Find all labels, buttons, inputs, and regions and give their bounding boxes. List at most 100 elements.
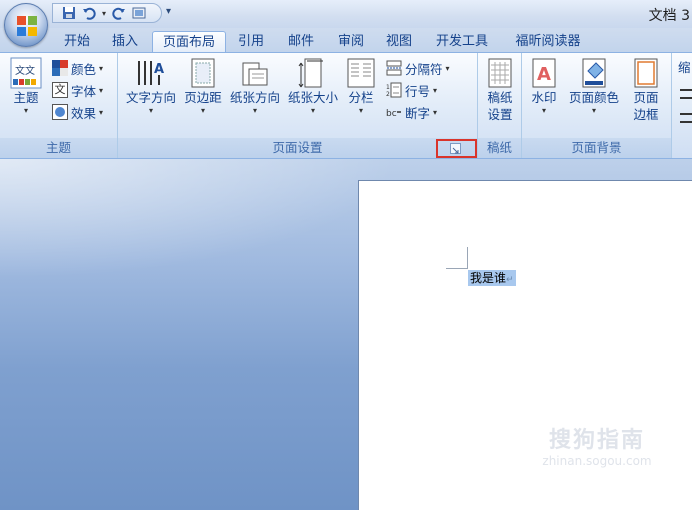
themes-dropdown-icon: ▾ — [23, 106, 28, 115]
columns-icon — [347, 58, 375, 88]
page-borders-icon — [634, 58, 658, 88]
paragraph-mark-icon: ↵ — [506, 275, 514, 285]
size-dropdown-icon: ▾ — [310, 106, 315, 115]
print-preview-icon[interactable] — [131, 5, 147, 21]
orientation-button[interactable]: 纸张方向 ▾ — [226, 57, 284, 115]
effects-dropdown-icon: ▾ — [99, 107, 104, 117]
svg-text:1: 1 — [386, 84, 390, 91]
page-color-label: 页面颜色 — [568, 90, 619, 105]
themes-label: 主题 — [13, 90, 39, 105]
window-title: 文档 3 — [648, 8, 690, 24]
margins-label: 页边距 — [184, 90, 222, 105]
page-setup-group: A 文字方向 ▾ 页边距 ▾ 纸张方向 ▾ 纸张大小 ▾ 分栏 ▾ 分隔符 ▾ … — [118, 53, 478, 158]
svg-text:A: A — [154, 62, 164, 77]
manuscript-group: 稿纸 设置 稿纸 — [478, 53, 522, 158]
tab-developer[interactable]: 开发工具 — [430, 31, 494, 52]
margins-icon — [191, 58, 215, 88]
fonts-dropdown-icon: ▾ — [99, 85, 104, 95]
document-text: 我是谁 — [470, 271, 507, 285]
paragraph-group-partial: 缩 — [672, 53, 692, 158]
document-selected-text[interactable]: 我是谁↵ — [468, 270, 516, 286]
themes-button[interactable]: 文文 主题 ▾ — [6, 57, 46, 115]
manuscript-icon — [488, 58, 512, 88]
manuscript-settings-label-1: 稿纸 — [487, 90, 513, 105]
undo-icon[interactable] — [81, 5, 97, 21]
svg-text:bc: bc — [386, 109, 397, 119]
customize-qat-icon[interactable]: ▾ — [166, 6, 178, 20]
text-direction-label: 文字方向 — [125, 90, 176, 105]
tab-page-layout[interactable]: 页面布局 — [152, 31, 226, 52]
breaks-label: 分隔符 — [405, 61, 443, 77]
line-numbers-dropdown-icon: ▾ — [433, 85, 438, 95]
size-icon — [298, 58, 323, 88]
colors-dropdown-icon: ▾ — [99, 63, 104, 73]
columns-button[interactable]: 分栏 ▾ — [344, 57, 378, 115]
watermark-dropdown-icon: ▾ — [541, 106, 546, 115]
theme-group: 文文 主题 ▾ 颜色 ▾ 文 字体 ▾ 效果 ▾ 主题 — [0, 53, 118, 158]
breaks-dropdown-icon: ▾ — [445, 63, 450, 73]
tab-mailings[interactable]: 邮件 — [282, 31, 320, 52]
size-label: 纸张大小 — [287, 90, 338, 105]
manuscript-settings-button[interactable]: 稿纸 设置 — [480, 57, 520, 123]
page-background-group-label: 页面背景 — [522, 138, 671, 158]
fonts-icon: 文 — [52, 82, 68, 98]
text-direction-button[interactable]: A 文字方向 ▾ — [122, 57, 180, 115]
orientation-dropdown-icon: ▾ — [252, 106, 257, 115]
orientation-label: 纸张方向 — [229, 90, 280, 105]
line-numbers-label: 行号 — [405, 83, 431, 99]
page-setup-group-label: 页面设置 — [118, 138, 477, 158]
margin-marker-vertical — [467, 247, 468, 269]
quick-access-toolbar: ▾ — [52, 3, 162, 23]
tab-home[interactable]: 开始 — [58, 31, 96, 52]
orientation-icon — [242, 62, 268, 86]
office-button[interactable] — [4, 3, 48, 47]
tab-foxit-reader[interactable]: 福昕阅读器 — [506, 31, 590, 52]
colors-button[interactable]: 颜色 ▾ — [52, 58, 103, 78]
undo-dropdown-icon[interactable]: ▾ — [101, 5, 107, 21]
indent-right-icon[interactable] — [680, 113, 692, 123]
indent-label-partial: 缩 — [678, 60, 691, 75]
margins-button[interactable]: 页边距 ▾ — [180, 57, 226, 115]
svg-text:文文: 文文 — [15, 64, 35, 77]
redo-icon[interactable] — [111, 5, 127, 21]
dialog-launcher-highlight — [436, 139, 477, 158]
ribbon: 文文 主题 ▾ 颜色 ▾ 文 字体 ▾ 效果 ▾ 主题 A 文字方向 ▾ 页边距… — [0, 52, 692, 159]
manuscript-group-label: 稿纸 — [478, 138, 521, 158]
page-color-button[interactable]: 页面颜色 ▾ — [564, 57, 624, 115]
colors-label: 颜色 — [71, 61, 97, 77]
watermark-sub-text: zhinan.sogou.com — [542, 454, 652, 468]
manuscript-settings-label-2: 设置 — [487, 107, 513, 122]
effects-icon — [52, 104, 68, 120]
effects-label: 效果 — [71, 105, 97, 121]
tab-insert[interactable]: 插入 — [106, 31, 144, 52]
svg-text:A: A — [537, 64, 551, 85]
watermark-icon: A — [532, 58, 556, 88]
columns-dropdown-icon: ▾ — [358, 106, 363, 115]
hyphenation-icon: bc — [386, 109, 401, 119]
tab-references[interactable]: 引用 — [232, 31, 270, 52]
page-color-icon — [582, 58, 606, 88]
size-button[interactable]: 纸张大小 ▾ — [284, 57, 342, 115]
line-numbers-button[interactable]: 12 行号 ▾ — [386, 80, 437, 100]
text-direction-dropdown-icon: ▾ — [148, 106, 153, 115]
watermark-main-text: 搜狗指南 — [548, 428, 645, 453]
page-borders-button[interactable]: 页面 边框 — [626, 57, 666, 123]
tab-review[interactable]: 审阅 — [332, 31, 370, 52]
watermark-button[interactable]: A 水印 ▾ — [526, 57, 562, 115]
hyphenation-dropdown-icon: ▾ — [433, 107, 438, 117]
save-icon[interactable] — [61, 5, 77, 21]
fonts-label: 字体 — [71, 83, 97, 99]
page-borders-label-1: 页面 — [633, 90, 659, 105]
page-borders-label-2: 边框 — [633, 107, 659, 122]
indent-left-icon[interactable] — [680, 89, 692, 99]
tab-view[interactable]: 视图 — [380, 31, 418, 52]
fonts-button[interactable]: 文 字体 ▾ — [52, 80, 103, 100]
effects-button[interactable]: 效果 ▾ — [52, 102, 103, 122]
margin-marker-horizontal — [446, 268, 468, 269]
margins-dropdown-icon: ▾ — [200, 106, 205, 115]
line-numbers-icon: 12 — [386, 82, 402, 98]
breaks-icon — [386, 60, 402, 76]
hyphenation-button[interactable]: bc 断字 ▾ — [386, 102, 437, 122]
svg-text:2: 2 — [386, 91, 390, 98]
breaks-button[interactable]: 分隔符 ▾ — [386, 58, 450, 78]
